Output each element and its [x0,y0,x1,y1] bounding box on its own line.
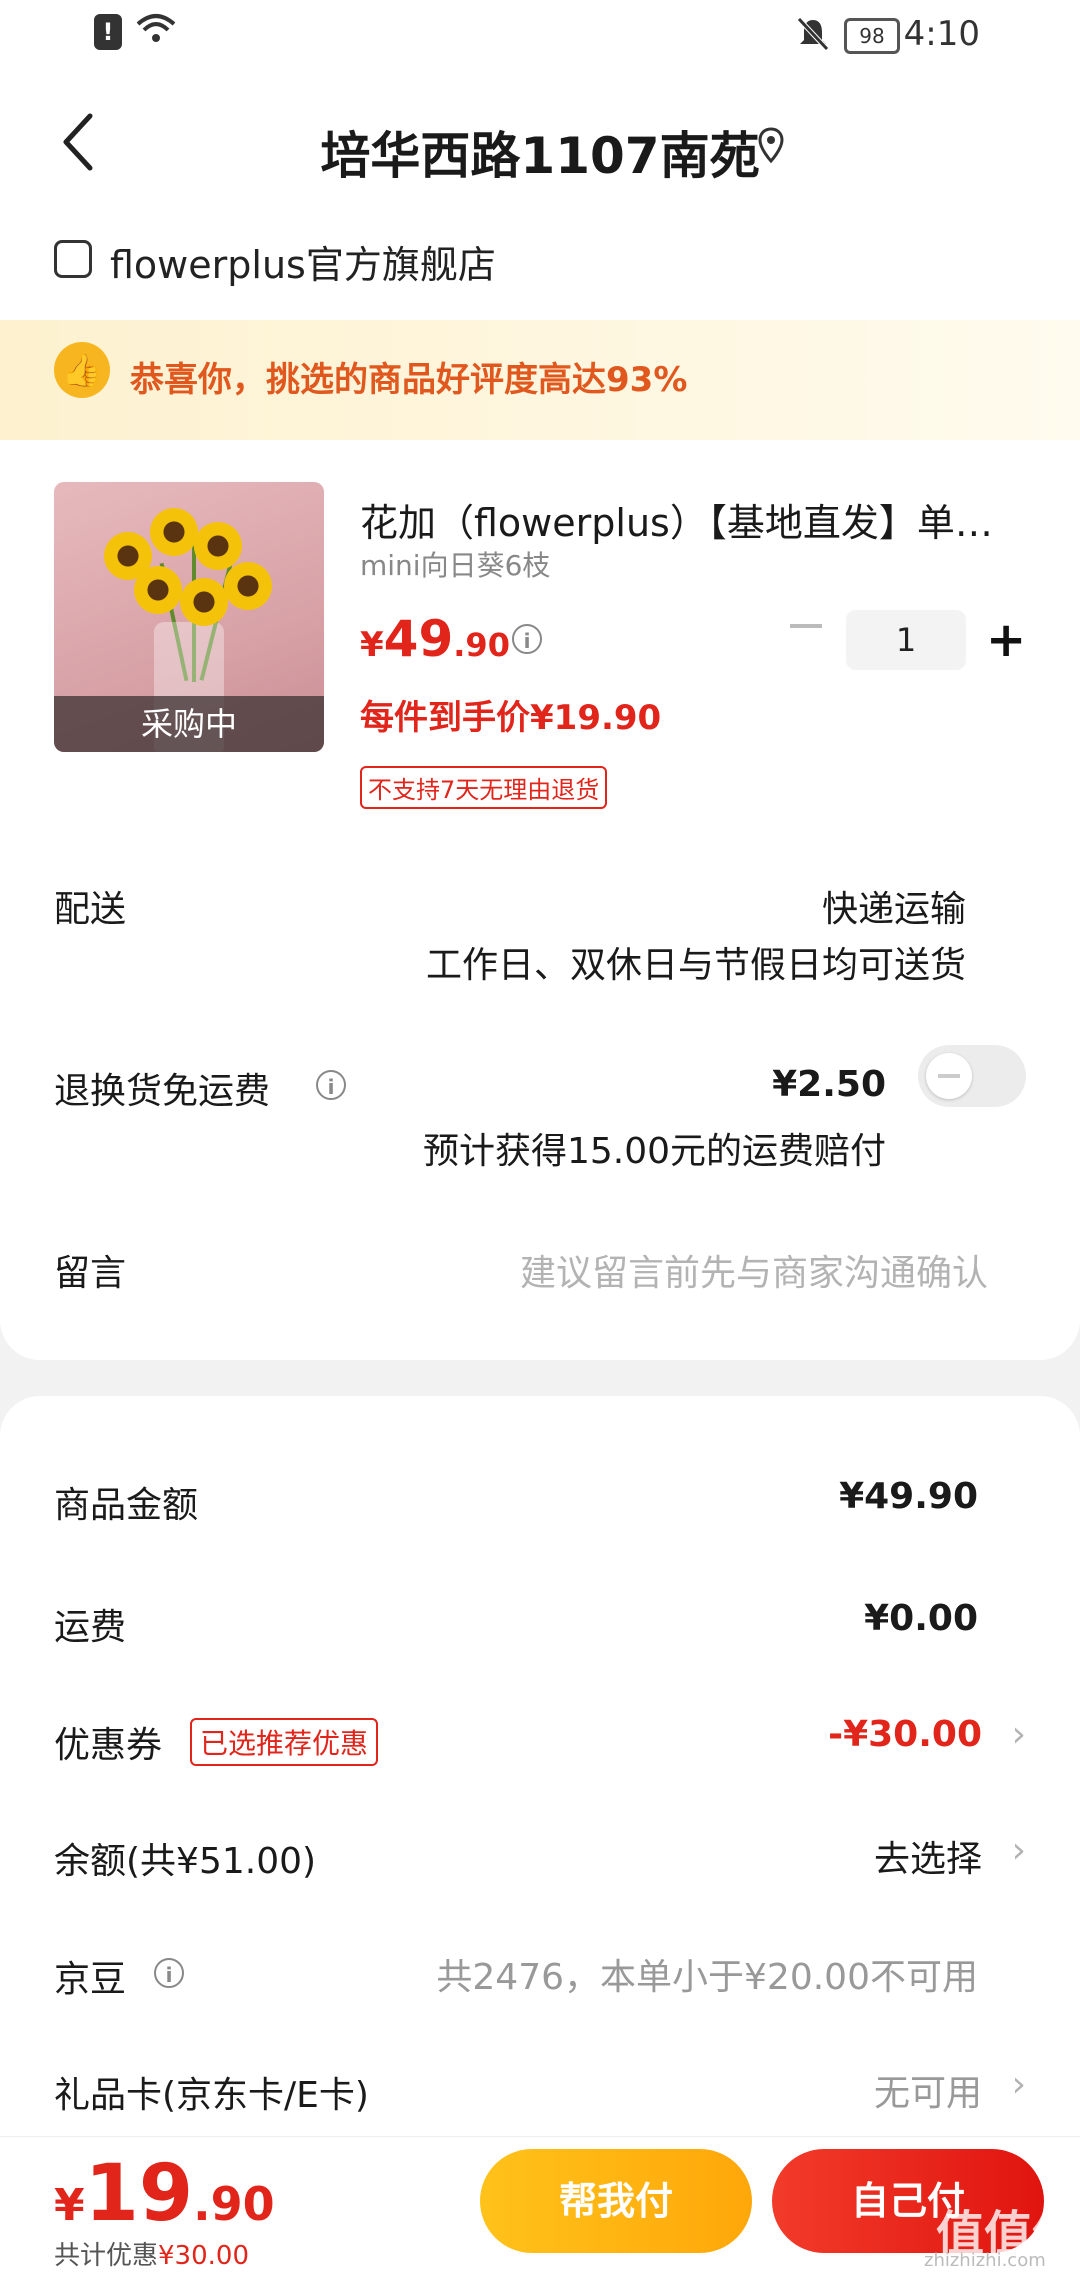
status-bar: ! 98 4:10 [0,0,1080,80]
product-image[interactable]: 采购中 [54,482,324,752]
rating-banner: 👍 恭喜你，挑选的商品好评度高达93% [0,320,1080,440]
goods-amount-label: 商品金额 [54,1485,199,1526]
jd-beans-label: 京豆 [54,1959,127,2000]
header: 培华西路1107南苑 [0,80,1080,210]
store-icon [54,240,92,278]
coupon-tag: 已选推荐优惠 [190,1718,379,1766]
delivery-label: 配送 [54,889,127,930]
wifi-icon [136,12,176,54]
coupon-chevron-icon[interactable]: › [1012,1714,1026,1755]
total-saved: 共计优惠¥30.00 [54,2241,249,2271]
purchasing-badge: 采购中 [54,696,324,752]
jd-beans-value: 共2476，本单小于¥20.00不可用 [436,1957,978,1998]
battery-icon: 98 [844,18,900,54]
unit-price: 每件到手价¥19.90 [360,698,662,738]
balance-chevron-icon[interactable]: › [1012,1830,1026,1871]
product-spec[interactable]: mini向日葵6枝 [360,544,550,584]
product-name[interactable]: 花加（flowerplus）【基地直发】单头向日葵鲜花 [360,492,1020,547]
price-summary-card: 商品金额 ¥49.90 运费 ¥0.00 优惠券 已选推荐优惠 -¥30.00 … [0,1396,1080,2136]
checkout-bar: ¥19.90 共计优惠¥30.00 帮我付 自己付 [0,2136,1080,2281]
return-insurance-info-icon[interactable]: i [316,1070,346,1100]
thumbs-up-icon: 👍 [54,342,110,398]
balance-label: 余额(共¥51.00) [54,1841,317,1882]
delivery-method[interactable]: 快递运输 [822,880,966,932]
no-return-tag: 不支持7天无理由退货 [360,766,608,809]
return-insurance-price: ¥2.50 [772,1064,886,1105]
delivery-schedule[interactable]: 工作日、双休日与节假日均可送货 [426,936,966,988]
return-insurance-label: 退换货免运费 [54,1071,271,1112]
location-pin-icon[interactable] [756,126,786,166]
message-input[interactable]: 建议留言前先与商家沟通确认 [520,1244,988,1296]
gift-card-value[interactable]: 无可用 [874,2064,982,2116]
message-label: 留言 [54,1253,127,1294]
quantity-input[interactable]: 1 [846,610,966,670]
gift-card-label: 礼品卡(京东卡/E卡) [54,2075,369,2116]
total-price: ¥19.90 [54,2149,275,2239]
shipping-label: 运费 [54,1607,127,1648]
page-title[interactable]: 培华西路1107南苑 [0,116,1080,188]
jd-beans-info-icon[interactable]: i [154,1958,184,1988]
product-price: ¥49.90 [360,610,510,668]
price-info-icon[interactable]: i [512,624,542,654]
return-insurance-toggle[interactable] [918,1045,1026,1107]
alert-icon: ! [94,14,122,50]
watermark-url: zhizhizhi.com [924,2250,1046,2271]
quantity-decrease-button[interactable] [790,624,822,628]
mute-bell-icon [796,16,830,60]
shipping-value: ¥0.00 [864,1598,978,1639]
return-insurance-note: 预计获得15.00元的运费赔付 [422,1131,886,1172]
banner-text: 恭喜你，挑选的商品好评度高达93% [130,360,688,400]
balance-value[interactable]: 去选择 [874,1830,982,1882]
quantity-increase-button[interactable]: + [986,612,1026,668]
order-card: flowerplus官方旗舰店 👍 恭喜你，挑选的商品好评度高达93% 采购中 … [0,210,1080,1360]
help-me-pay-button[interactable]: 帮我付 [480,2149,752,2253]
status-time: 4:10 [903,14,980,54]
coupon-label: 优惠券 [54,1725,163,1766]
goods-amount-value: ¥49.90 [839,1476,978,1517]
coupon-value[interactable]: -¥30.00 [828,1714,982,1755]
store-name[interactable]: flowerplus官方旗舰店 [110,234,496,289]
gift-card-chevron-icon[interactable]: › [1012,2064,1026,2105]
